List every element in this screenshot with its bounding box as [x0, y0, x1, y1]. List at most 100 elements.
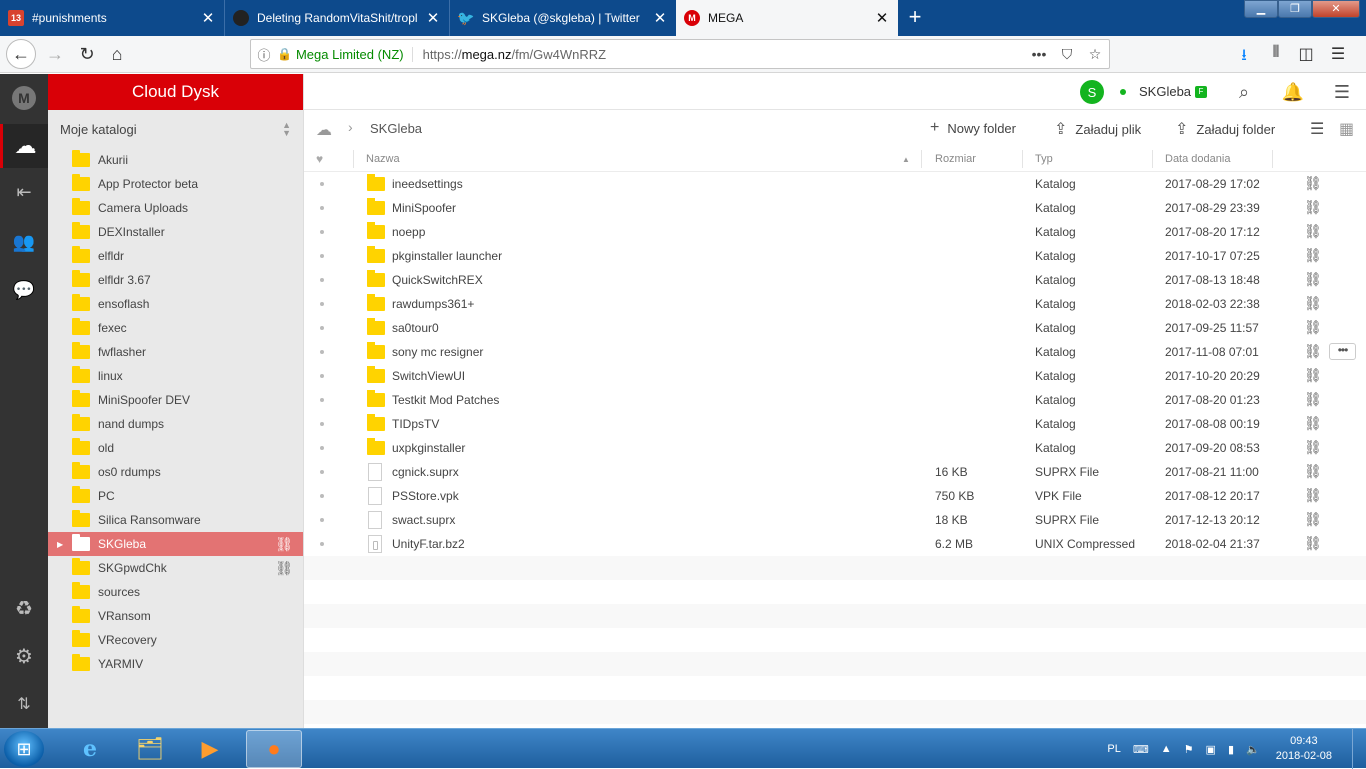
table-row[interactable]: sa0tour0 Katalog 2017-09-25 11:57 ⛓: [304, 316, 1366, 340]
favourite-dot[interactable]: [320, 230, 324, 234]
chat-icon[interactable]: 💬: [0, 268, 48, 312]
search-icon[interactable]: ⌕: [1232, 80, 1256, 104]
settings-gear-icon[interactable]: ⚙: [0, 634, 48, 678]
forward-button[interactable]: →: [40, 39, 70, 69]
firefox-icon[interactable]: ●: [246, 730, 302, 768]
sidebar-folder-item[interactable]: elfldr: [48, 244, 303, 268]
media-player-icon[interactable]: ▶: [182, 730, 238, 768]
action-center-icon[interactable]: ⚑: [1184, 743, 1194, 756]
sidebar-folder-item[interactable]: VRecovery: [48, 628, 303, 652]
link-icon[interactable]: ⛓: [275, 560, 293, 577]
sidebar-folder-item[interactable]: ▶ SKGleba ⛓: [48, 532, 303, 556]
sidebar-folder-item[interactable]: fwflasher: [48, 340, 303, 364]
contacts-icon[interactable]: 👥: [0, 220, 48, 264]
show-desktop-button[interactable]: [1352, 729, 1366, 769]
column-header-type[interactable]: Typ: [1035, 146, 1053, 172]
sidebar-folder-item[interactable]: App Protector beta: [48, 172, 303, 196]
favourite-dot[interactable]: [320, 518, 324, 522]
get-link-icon[interactable]: ⛓: [1304, 199, 1322, 216]
sidebar-folder-item[interactable]: VRansom: [48, 604, 303, 628]
downloads-icon[interactable]: ⭳: [1232, 44, 1256, 71]
get-link-icon[interactable]: ⛓: [1304, 271, 1322, 288]
url-bar[interactable]: ⓘ 🔒 Mega Limited (NZ) https://mega.nz/fm…: [250, 39, 1110, 69]
favourite-dot[interactable]: [320, 350, 324, 354]
sort-icon[interactable]: ▲ ▼: [282, 121, 291, 138]
maximize-button[interactable]: ❐: [1278, 0, 1312, 18]
bookmark-star-icon[interactable]: ☆: [1081, 46, 1109, 63]
browser-tab-mega[interactable]: M MEGA ✕: [676, 0, 898, 36]
sidebar-folder-item[interactable]: ensoflash: [48, 292, 303, 316]
sidebar-folder-item[interactable]: Silica Ransomware: [48, 508, 303, 532]
get-link-icon[interactable]: ⛓: [1304, 343, 1322, 360]
table-row[interactable]: uxpkginstaller Katalog 2017-09-20 08:53 ⛓: [304, 436, 1366, 460]
clock[interactable]: 09:43 2018-02-08: [1276, 734, 1332, 764]
column-header-date[interactable]: Data dodania: [1165, 146, 1230, 172]
tray-expand-icon[interactable]: ▲: [1161, 743, 1172, 755]
transfers-icon[interactable]: ⇅: [0, 682, 48, 726]
close-icon[interactable]: ✕: [423, 9, 443, 27]
minimize-button[interactable]: ▁: [1244, 0, 1278, 18]
browser-tab-github[interactable]: Deleting RandomVitaShit/tropl ✕: [225, 0, 450, 36]
sidebar-toggle-icon[interactable]: ◫: [1294, 44, 1318, 64]
start-button[interactable]: ⊞: [4, 731, 44, 767]
favourite-dot[interactable]: [320, 254, 324, 258]
get-link-icon[interactable]: ⛓: [1304, 463, 1322, 480]
table-row[interactable]: MiniSpoofer Katalog 2017-08-29 23:39 ⛓: [304, 196, 1366, 220]
table-row[interactable]: sony mc resigner Katalog 2017-11-08 07:01 ⛓…: [304, 340, 1366, 364]
column-header-name[interactable]: Nazwa: [366, 146, 400, 172]
close-icon[interactable]: ✕: [650, 9, 670, 27]
sidebar-folder-item[interactable]: SKGpwdChk ⛓: [48, 556, 303, 580]
back-button[interactable]: ←: [6, 39, 36, 69]
page-actions-icon[interactable]: •••: [1025, 46, 1053, 62]
language-indicator[interactable]: PL: [1107, 743, 1120, 755]
sidebar-folder-item[interactable]: linux: [48, 364, 303, 388]
table-row[interactable]: SwitchViewUI Katalog 2017-10-20 20:29 ⛓: [304, 364, 1366, 388]
home-button[interactable]: ⌂: [102, 39, 132, 69]
get-link-icon[interactable]: ⛓: [1304, 247, 1322, 264]
column-header-size[interactable]: Rozmiar: [935, 146, 976, 172]
table-row[interactable]: Testkit Mod Patches Katalog 2017-08-20 01:…: [304, 388, 1366, 412]
sidebar-folder-item[interactable]: PC: [48, 484, 303, 508]
volume-icon[interactable]: 🔈: [1246, 743, 1260, 756]
pocket-icon[interactable]: ⛉: [1053, 46, 1081, 63]
upload-folder-button[interactable]: ⇪ Załaduj folder: [1175, 119, 1275, 139]
favourite-dot[interactable]: [320, 422, 324, 426]
get-link-icon[interactable]: ⛓: [1304, 367, 1322, 384]
favourite-dot[interactable]: [320, 206, 324, 210]
table-row[interactable]: pkginstaller launcher Katalog 2017-10-17 0…: [304, 244, 1366, 268]
internet-explorer-icon[interactable]: e: [62, 730, 118, 768]
get-link-icon[interactable]: ⛓: [1304, 223, 1322, 240]
menu-icon[interactable]: ☰: [1326, 44, 1350, 64]
sidebar-folder-item[interactable]: os0 rdumps: [48, 460, 303, 484]
sort-ascending-icon[interactable]: ▲: [902, 146, 910, 172]
site-identity[interactable]: Mega Limited (NZ): [296, 46, 413, 62]
network-signal-icon[interactable]: ▮: [1228, 743, 1234, 756]
hamburger-menu-icon[interactable]: ☰: [1330, 80, 1354, 104]
favourite-dot[interactable]: [320, 182, 324, 186]
reload-button[interactable]: ↻: [72, 39, 102, 69]
favourite-dot[interactable]: [320, 278, 324, 282]
favourite-dot[interactable]: [320, 446, 324, 450]
get-link-icon[interactable]: ⛓: [1304, 415, 1322, 432]
get-link-icon[interactable]: ⛓: [1304, 175, 1322, 192]
notifications-bell-icon[interactable]: 🔔: [1281, 80, 1305, 104]
table-row[interactable]: QuickSwitchREX Katalog 2017-08-13 18:48 ⛓: [304, 268, 1366, 292]
table-row[interactable]: noepp Katalog 2017-08-20 17:12 ⛓: [304, 220, 1366, 244]
avatar[interactable]: S: [1080, 80, 1104, 104]
list-view-icon[interactable]: ☰: [1310, 119, 1324, 139]
favourite-dot[interactable]: [320, 494, 324, 498]
get-link-icon[interactable]: ⛓: [1304, 295, 1322, 312]
favourite-dot[interactable]: [320, 374, 324, 378]
rubbish-bin-icon[interactable]: ♻: [0, 586, 48, 630]
expand-arrow-icon[interactable]: ▶: [57, 540, 63, 549]
cloud-drive-icon[interactable]: ☁: [0, 124, 48, 168]
sidebar-folder-item[interactable]: old: [48, 436, 303, 460]
close-window-button[interactable]: ✕: [1312, 0, 1360, 18]
mega-logo[interactable]: M: [0, 76, 48, 120]
inbox-icon[interactable]: ⇤: [0, 170, 48, 214]
link-icon[interactable]: ⛓: [275, 536, 293, 553]
get-link-icon[interactable]: ⛓: [1304, 391, 1322, 408]
favourite-dot[interactable]: [320, 398, 324, 402]
sidebar-folder-item[interactable]: Camera Uploads: [48, 196, 303, 220]
close-icon[interactable]: ✕: [872, 9, 892, 27]
